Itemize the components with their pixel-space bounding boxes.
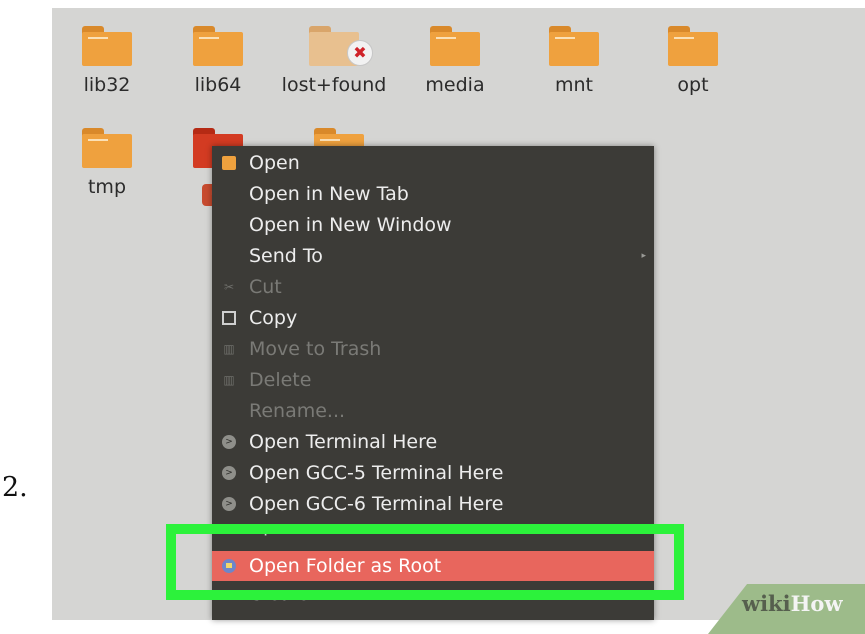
menu-item-copy[interactable]: Copy (212, 303, 654, 333)
folder-icon (193, 26, 243, 66)
highlight-callout-box (166, 524, 684, 600)
folder-icon (549, 26, 599, 66)
folder-locked-icon: ✖ (309, 26, 373, 66)
terminal-icon: > (222, 435, 236, 449)
menu-item-open[interactable]: Open (212, 148, 654, 178)
terminal-icon: > (222, 466, 236, 480)
file-label: lost+found (281, 74, 387, 96)
trash-icon: ▥ (223, 342, 235, 356)
step-number: 2. (2, 472, 28, 503)
file-item-lost-found[interactable]: ✖ lost+found (279, 26, 389, 96)
menu-item-delete[interactable]: ▥ Delete (212, 365, 654, 395)
folder-icon (82, 128, 132, 168)
folder-icon (82, 26, 132, 66)
menu-item-rename[interactable]: Rename... (212, 396, 654, 426)
menu-item-open-terminal[interactable]: > Open Terminal Here (212, 427, 654, 457)
file-label: opt (677, 74, 709, 96)
file-item-lib32[interactable]: lib32 (52, 26, 162, 96)
folder-icon (430, 26, 480, 66)
file-item-tmp[interactable]: tmp (52, 128, 162, 198)
menu-item-open-new-window[interactable]: Open in New Window (212, 210, 654, 240)
terminal-icon: > (222, 497, 236, 511)
menu-item-open-gcc6-terminal[interactable]: > Open GCC-6 Terminal Here (212, 489, 654, 519)
no-access-icon: ✖ (347, 40, 373, 66)
menu-item-move-to-trash[interactable]: ▥ Move to Trash (212, 334, 654, 364)
submenu-arrow-icon: ▸ (641, 251, 646, 261)
file-item-opt[interactable]: opt (638, 26, 748, 96)
folder-icon (222, 156, 236, 170)
file-item-media[interactable]: media (400, 26, 510, 96)
folder-icon (668, 26, 718, 66)
file-label: media (425, 74, 485, 96)
menu-item-create-link[interactable]: Create Link... (212, 598, 654, 612)
file-label: lib32 (83, 74, 131, 96)
file-item-mnt[interactable]: mnt (519, 26, 629, 96)
file-label: tmp (87, 176, 127, 198)
menu-item-cut[interactable]: ✂ Cut (212, 272, 654, 302)
file-label: lib64 (194, 74, 242, 96)
file-item-lib64[interactable]: lib64 (163, 26, 273, 96)
file-label: mnt (555, 74, 593, 96)
menu-item-send-to[interactable]: Send To ▸ (212, 241, 654, 271)
copy-icon (222, 311, 236, 325)
wikihow-watermark: wikiHow (742, 591, 843, 616)
menu-item-open-new-tab[interactable]: Open in New Tab (212, 179, 654, 209)
delete-icon: ▥ (223, 373, 235, 387)
scissors-icon: ✂ (223, 280, 235, 294)
menu-item-open-gcc5-terminal[interactable]: > Open GCC-5 Terminal Here (212, 458, 654, 488)
